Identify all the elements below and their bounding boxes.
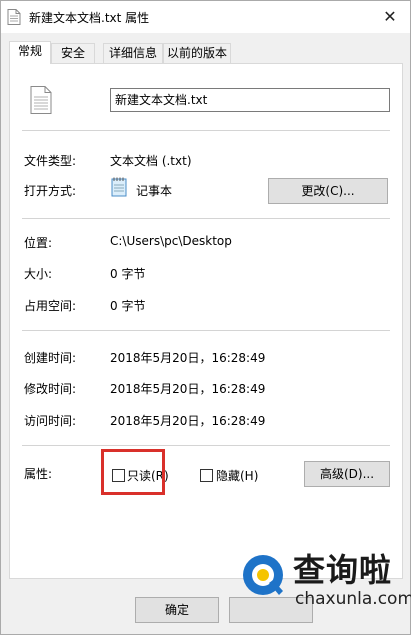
- modified-value: 2018年5月20日，16:28:49: [110, 382, 266, 396]
- ok-button[interactable]: 确定: [135, 597, 219, 623]
- text-file-icon: [7, 9, 21, 25]
- watermark-url: chaxunla.com: [295, 589, 411, 609]
- tab-security[interactable]: 安全: [51, 43, 95, 63]
- tab-previous-versions[interactable]: 以前的版本: [163, 43, 231, 63]
- advanced-button[interactable]: 高级(D)...: [304, 461, 390, 487]
- hidden-label[interactable]: 隐藏(H): [216, 467, 258, 484]
- properties-dialog: 新建文本文档.txt 属性 ✕ 常规 安全 详细信息 以前的版本 新建文本文档.…: [0, 0, 411, 635]
- watermark-logo: 查询啦 chaxunla.com: [233, 545, 411, 617]
- magnifier-logo-icon: [243, 555, 283, 595]
- size-label: 大小:: [24, 267, 53, 281]
- location-label: 位置:: [24, 236, 53, 250]
- file-name-input[interactable]: 新建文本文档.txt: [110, 88, 390, 112]
- change-button[interactable]: 更改(C)...: [268, 178, 388, 204]
- divider: [22, 330, 390, 331]
- close-button[interactable]: ✕: [375, 7, 405, 27]
- divider: [22, 218, 390, 219]
- accessed-label: 访问时间:: [24, 414, 77, 428]
- divider: [22, 445, 390, 446]
- close-icon: ✕: [383, 7, 397, 26]
- accessed-value: 2018年5月20日，16:28:49: [110, 414, 266, 428]
- general-panel: 新建文本文档.txt 文件类型: 文本文档 (.txt) 打开方式: 记事本 更…: [9, 63, 403, 579]
- size-on-disk-label: 占用空间:: [24, 299, 77, 313]
- location-value: C:\Users\pc\Desktop: [110, 234, 232, 248]
- notepad-icon: [111, 177, 127, 197]
- tab-general[interactable]: 常规: [9, 41, 51, 64]
- created-label: 创建时间:: [24, 351, 77, 365]
- opens-with-value: 记事本: [136, 184, 173, 198]
- created-value: 2018年5月20日，16:28:49: [110, 351, 266, 365]
- file-type-value: 文本文档 (.txt): [110, 154, 192, 168]
- opens-with-label: 打开方式:: [24, 184, 77, 198]
- attributes-label: 属性:: [24, 467, 53, 481]
- divider: [22, 130, 390, 131]
- text-file-icon: [30, 86, 52, 114]
- size-on-disk-value: 0 字节: [110, 299, 146, 313]
- watermark-title: 查询啦: [293, 551, 393, 589]
- window-title: 新建文本文档.txt 属性: [29, 11, 150, 25]
- hidden-checkbox[interactable]: [200, 469, 213, 482]
- readonly-highlight-box: [101, 449, 165, 495]
- title-bar: 新建文本文档.txt 属性 ✕: [1, 1, 410, 33]
- size-value: 0 字节: [110, 267, 146, 281]
- modified-label: 修改时间:: [24, 382, 77, 396]
- tab-details[interactable]: 详细信息: [103, 43, 163, 63]
- file-type-label: 文件类型:: [24, 154, 77, 168]
